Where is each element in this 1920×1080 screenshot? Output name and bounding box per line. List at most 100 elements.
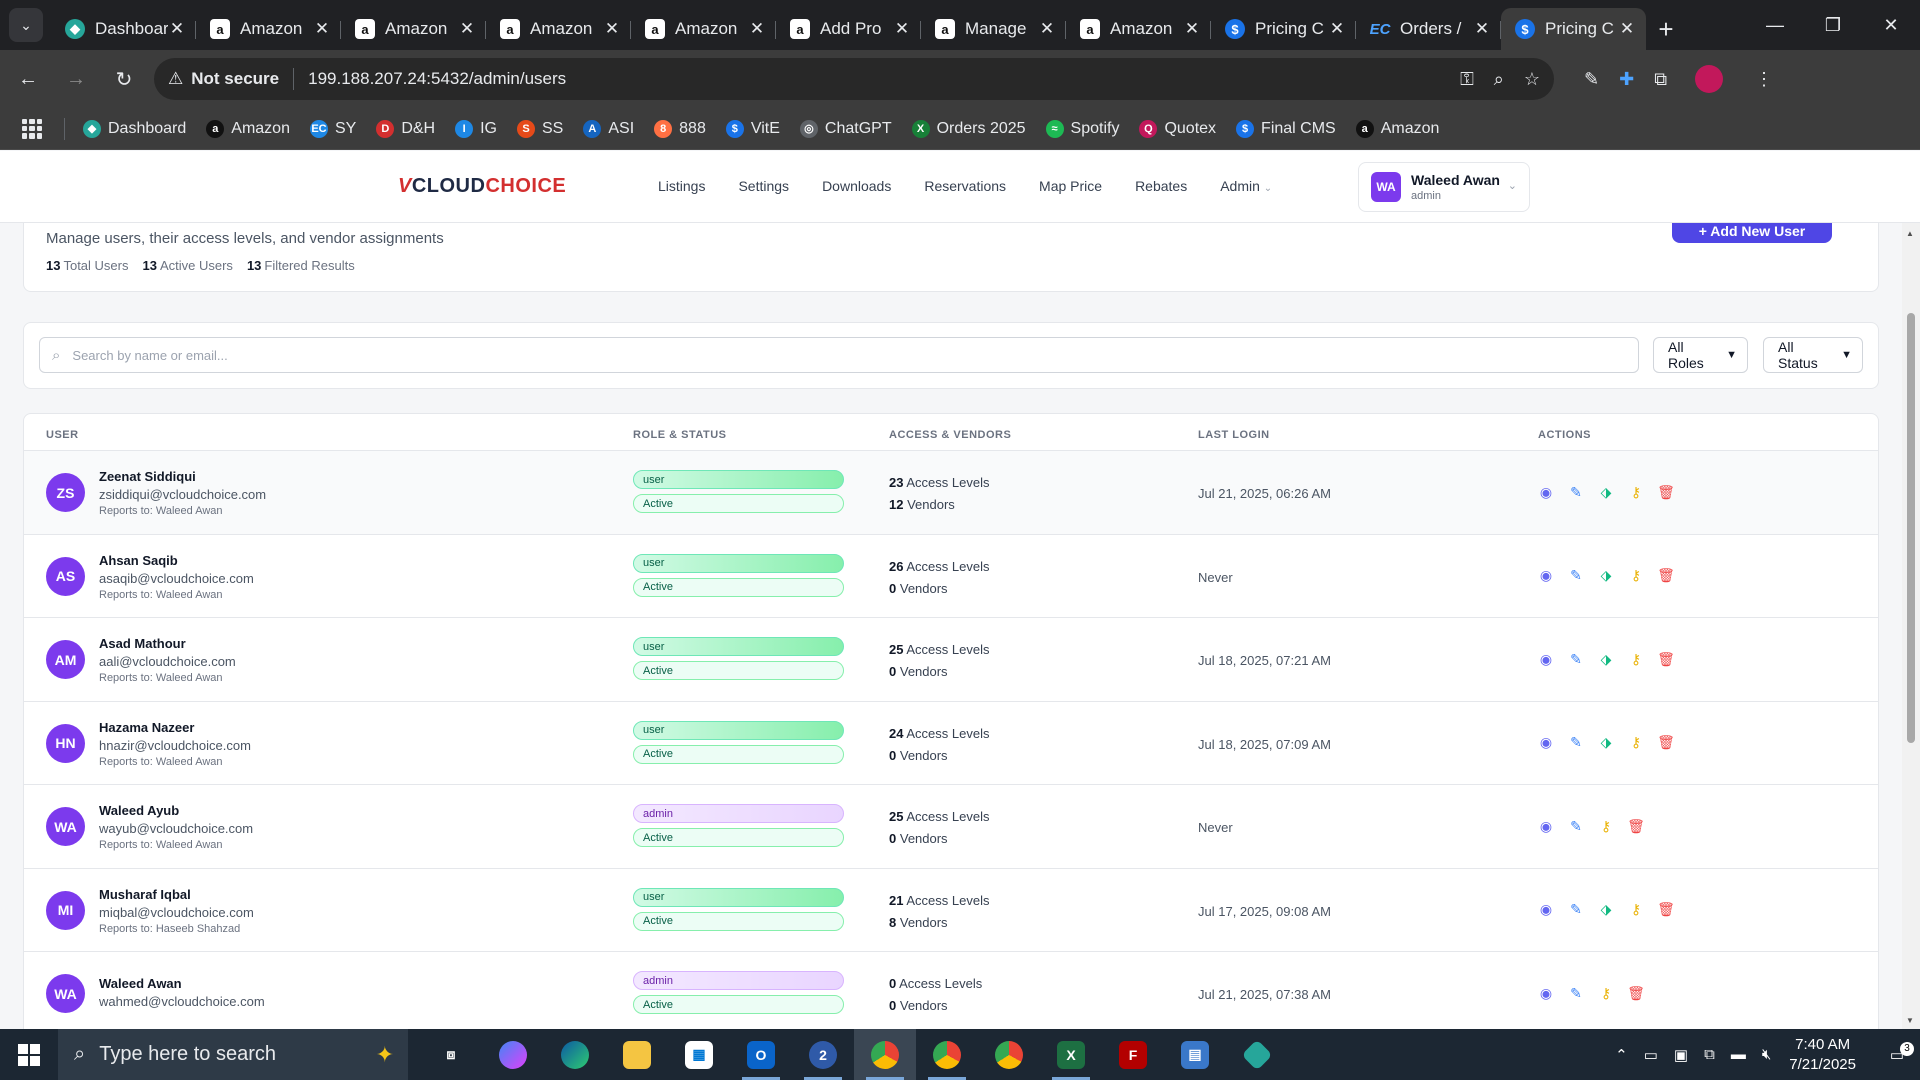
new-tab-button[interactable]: + — [1646, 8, 1686, 50]
pencil-icon[interactable]: ✎ — [1568, 818, 1584, 834]
task-view-icon[interactable]: ⧈ — [420, 1029, 482, 1080]
clock[interactable]: 7:40 AM 7/21/2025 — [1789, 1035, 1856, 1075]
column-user[interactable]: USER — [46, 429, 79, 441]
eye-icon[interactable]: ◉ — [1538, 567, 1554, 584]
close-window-icon[interactable]: ✕ — [1862, 0, 1920, 50]
extensions-icon[interactable]: ⧉ — [1654, 69, 1667, 90]
extension-puzzle-blue-icon[interactable]: ✚ — [1619, 69, 1634, 90]
trash-icon[interactable]: 🗑︎ — [1627, 985, 1645, 1001]
filezilla-icon[interactable]: F — [1102, 1029, 1164, 1080]
bookmark-star-icon[interactable]: ☆ — [1524, 69, 1540, 90]
roles-select[interactable]: All Roles ▼ — [1653, 337, 1748, 373]
column-access-vendors[interactable]: ACCESS & VENDORS — [889, 429, 1011, 441]
tab-search-button[interactable]: ⌄ — [9, 8, 43, 42]
column-last-login[interactable]: LAST LOGIN — [1198, 429, 1270, 441]
browser-tab[interactable]: a Amazon ✕ — [341, 8, 486, 50]
start-button[interactable] — [0, 1029, 58, 1080]
pencil-icon[interactable]: ✎ — [1568, 567, 1584, 584]
file-explorer-icon[interactable] — [606, 1029, 668, 1080]
notifications-button[interactable]: ▭ 3 — [1874, 1041, 1920, 1064]
tag-icon[interactable]: ⬗ — [1598, 484, 1614, 500]
eye-icon[interactable]: ◉ — [1538, 484, 1554, 500]
key-icon[interactable]: ⚷ — [1628, 734, 1644, 751]
bookmark-item[interactable]: Q Quotex — [1139, 119, 1216, 138]
key-icon[interactable]: ⚷ — [1628, 901, 1644, 918]
close-tab-icon[interactable]: ✕ — [168, 19, 186, 39]
nav-rebates[interactable]: Rebates — [1135, 178, 1187, 194]
key-icon[interactable]: ⚷ — [1598, 818, 1614, 834]
browser-tab[interactable]: $ Pricing C ✕ — [1501, 8, 1646, 50]
url-text[interactable]: 199.188.207.24:5432/admin/users — [308, 69, 1460, 89]
close-tab-icon[interactable]: ✕ — [1618, 19, 1636, 39]
table-row[interactable]: HN Hazama Nazeer hnazir@vcloudchoice.com Re… — [24, 702, 1878, 785]
browser-tab[interactable]: a Manage ✕ — [921, 8, 1066, 50]
taskbar-search[interactable]: ⌕ Type here to search ✦ — [58, 1029, 408, 1080]
close-tab-icon[interactable]: ✕ — [893, 19, 911, 39]
forward-button[interactable]: → — [56, 59, 96, 99]
close-tab-icon[interactable]: ✕ — [1038, 19, 1056, 39]
scrollbar-thumb[interactable] — [1907, 313, 1915, 743]
store-icon[interactable]: ▦ — [668, 1029, 730, 1080]
edge-icon[interactable] — [544, 1029, 606, 1080]
password-key-icon[interactable]: ⚿ — [1460, 69, 1474, 90]
bookmark-item[interactable]: A ASI — [583, 119, 634, 138]
bookmark-item[interactable]: 8 888 — [654, 119, 706, 138]
eye-icon[interactable]: ◉ — [1538, 734, 1554, 751]
trash-icon[interactable]: 🗑︎ — [1657, 651, 1675, 667]
copilot-icon[interactable] — [482, 1029, 544, 1080]
trash-icon[interactable]: 🗑︎ — [1657, 734, 1675, 751]
table-row[interactable]: WA Waleed Ayub wayub@vcloudchoice.com Repor… — [24, 785, 1878, 869]
browser-tab[interactable]: $ Pricing C ✕ — [1211, 8, 1356, 50]
bookmark-item[interactable]: ◆ Dashboard — [83, 119, 186, 138]
pencil-icon[interactable]: ✎ — [1568, 901, 1584, 918]
table-row[interactable]: AS Ahsan Saqib asaqib@vcloudchoice.com Repo… — [24, 535, 1878, 618]
bookmark-item[interactable]: ≈ Spotify — [1045, 119, 1119, 138]
chrome-profile-icon[interactable] — [916, 1029, 978, 1080]
trash-icon[interactable]: 🗑︎ — [1657, 901, 1675, 918]
nav-downloads[interactable]: Downloads — [822, 178, 891, 194]
bookmark-item[interactable]: X Orders 2025 — [911, 119, 1026, 138]
network-icon[interactable]: ▭ — [1644, 1046, 1658, 1064]
close-tab-icon[interactable]: ✕ — [458, 19, 476, 39]
search-input[interactable] — [72, 347, 1638, 363]
chrome-alt-icon[interactable] — [978, 1029, 1040, 1080]
tag-icon[interactable]: ⬗ — [1598, 651, 1614, 667]
tag-icon[interactable]: ⬗ — [1598, 734, 1614, 751]
excel-icon[interactable]: X — [1040, 1029, 1102, 1080]
apps-grid-icon[interactable] — [22, 118, 42, 139]
close-tab-icon[interactable]: ✕ — [748, 19, 766, 39]
reload-button[interactable]: ↻ — [104, 59, 144, 99]
browser-tab[interactable]: ◆ Dashboard✕ — [51, 8, 196, 50]
display-icon[interactable]: ⧉ — [1704, 1046, 1715, 1063]
eye-icon[interactable]: ◉ — [1538, 651, 1554, 667]
bookmark-item[interactable]: $ Final CMS — [1236, 119, 1336, 138]
page-scrollbar[interactable]: ▲ ▼ — [1902, 223, 1920, 1029]
app-diamond-icon[interactable] — [1226, 1029, 1288, 1080]
add-user-button[interactable]: + Add New User — [1672, 223, 1832, 243]
tag-icon[interactable]: ⬗ — [1598, 901, 1614, 918]
status-select[interactable]: All Status ▼ — [1763, 337, 1863, 373]
calendar-app-icon[interactable]: 2 — [792, 1029, 854, 1080]
close-tab-icon[interactable]: ✕ — [313, 19, 331, 39]
address-bar[interactable]: ⚠ Not secure 199.188.207.24:5432/admin/u… — [154, 58, 1554, 100]
browser-tab[interactable]: a Amazon ✕ — [196, 8, 341, 50]
close-tab-icon[interactable]: ✕ — [1328, 19, 1346, 39]
trash-icon[interactable]: 🗑︎ — [1657, 484, 1675, 500]
key-icon[interactable]: ⚷ — [1598, 985, 1614, 1001]
user-menu[interactable]: WA Waleed Awan admin ⌄ — [1358, 162, 1530, 212]
bookmark-item[interactable]: I IG — [455, 119, 497, 138]
browser-tab[interactable]: a Amazon ✕ — [631, 8, 776, 50]
browser-tab[interactable]: EC Orders / ✕ — [1356, 8, 1501, 50]
calculator-icon[interactable]: ▤ — [1164, 1029, 1226, 1080]
close-tab-icon[interactable]: ✕ — [1473, 19, 1491, 39]
outlook-icon[interactable]: O — [730, 1029, 792, 1080]
nav-map-price[interactable]: Map Price — [1039, 178, 1102, 194]
chrome-menu-icon[interactable]: ⋮ — [1755, 69, 1773, 90]
eye-icon[interactable]: ◉ — [1538, 818, 1554, 834]
nav-settings[interactable]: Settings — [738, 178, 789, 194]
bookmark-item[interactable]: S SS — [517, 119, 563, 138]
trash-icon[interactable]: 🗑︎ — [1627, 818, 1645, 834]
key-icon[interactable]: ⚷ — [1628, 484, 1644, 500]
zoom-icon[interactable]: ⌕ — [1494, 69, 1504, 90]
browser-tab[interactable]: a Amazon ✕ — [486, 8, 631, 50]
